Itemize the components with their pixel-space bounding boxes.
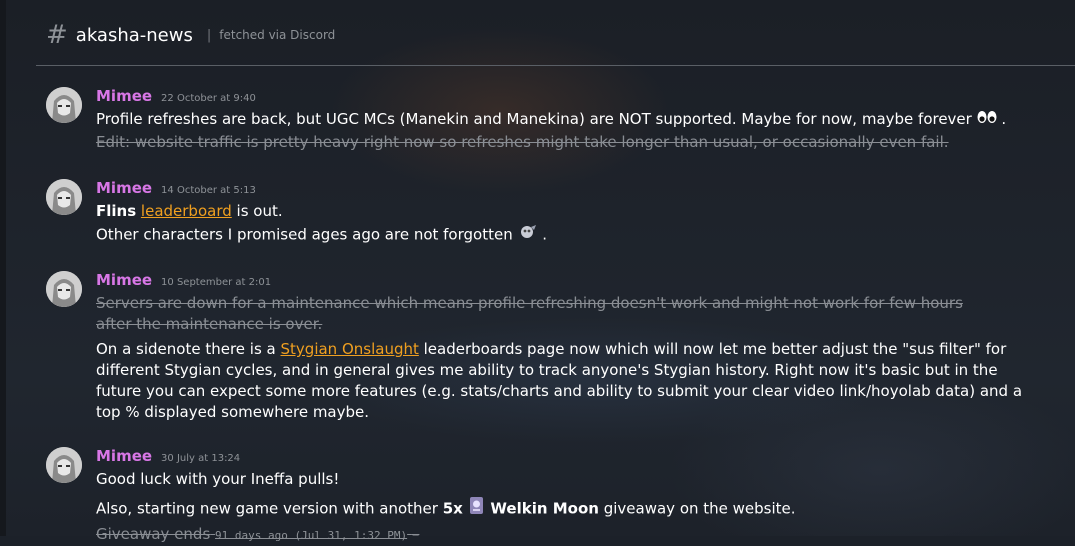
author-name[interactable]: Mimee bbox=[96, 271, 152, 289]
message-text: On a sidenote there is a Stygian Onslaug… bbox=[96, 339, 1036, 423]
timestamp: 22 October at 9:40 bbox=[161, 93, 256, 104]
avatar[interactable] bbox=[46, 179, 82, 215]
message-line: Other characters I promised ages ago are… bbox=[96, 225, 513, 244]
channel-name: akasha-news bbox=[75, 24, 193, 46]
message-text: Good luck with your Ineffa pulls! bbox=[96, 470, 340, 488]
message-text: Profile refreshes are back, but UGC MCs … bbox=[96, 109, 1036, 130]
message-line: is out. bbox=[236, 202, 283, 220]
leaderboard-link[interactable]: leaderboard bbox=[141, 202, 232, 220]
giveaway-item: Welkin Moon bbox=[490, 499, 599, 518]
message-text: Also, starting new game version with ano… bbox=[96, 496, 1036, 522]
struck-notice: Servers are down for a maintenance which… bbox=[96, 294, 963, 333]
message-text: Other characters I promised ages ago are… bbox=[96, 224, 1036, 246]
header-separator: | bbox=[206, 27, 212, 43]
timestamp: 30 July at 13:24 bbox=[161, 453, 241, 464]
message-text: Flins leaderboard is out. bbox=[96, 201, 1036, 222]
message-punct: . bbox=[1001, 110, 1007, 128]
author-name[interactable]: Mimee bbox=[96, 447, 152, 465]
message-punct: . bbox=[542, 225, 548, 244]
message-line: On a sidenote there is a bbox=[96, 340, 276, 358]
edit-note: Edit: website traffic is pretty heavy ri… bbox=[96, 133, 949, 151]
timestamp: 14 October at 5:13 bbox=[161, 185, 256, 196]
header-divider bbox=[36, 65, 1075, 66]
giveaway-end-line: Giveaway ends 91 days ago (Jul 31, 1:32 … bbox=[96, 524, 1036, 546]
avatar[interactable] bbox=[46, 87, 82, 123]
avatar[interactable] bbox=[46, 447, 82, 483]
giveaway-count: 5x bbox=[442, 499, 463, 518]
author-name[interactable]: Mimee bbox=[96, 87, 152, 105]
stygian-onslaught-link[interactable]: Stygian Onslaught bbox=[281, 340, 419, 358]
message-line: giveaway on the website. bbox=[603, 499, 796, 518]
avatar[interactable] bbox=[46, 271, 82, 307]
timestamp: 10 September at 2:01 bbox=[161, 277, 272, 288]
author-name[interactable]: Mimee bbox=[96, 179, 152, 197]
sticker-emoji-icon bbox=[518, 224, 538, 246]
message-line: Profile refreshes are back, but UGC MCs … bbox=[96, 110, 972, 128]
source-label: fetched via Discord bbox=[219, 28, 336, 42]
character-name: Flins bbox=[96, 202, 137, 220]
message-line: Also, starting new game version with ano… bbox=[96, 499, 438, 518]
giveaway-end-label: Giveaway ends bbox=[96, 525, 211, 543]
left-edge-bar bbox=[0, 0, 6, 536]
welkin-moon-icon bbox=[468, 496, 486, 522]
giveaway-end-dash: – bbox=[411, 525, 420, 543]
hash-icon: # bbox=[46, 20, 68, 50]
eyes-emoji-icon bbox=[977, 109, 997, 130]
channel-header: # akasha-news | fetched via Discord bbox=[46, 18, 335, 52]
